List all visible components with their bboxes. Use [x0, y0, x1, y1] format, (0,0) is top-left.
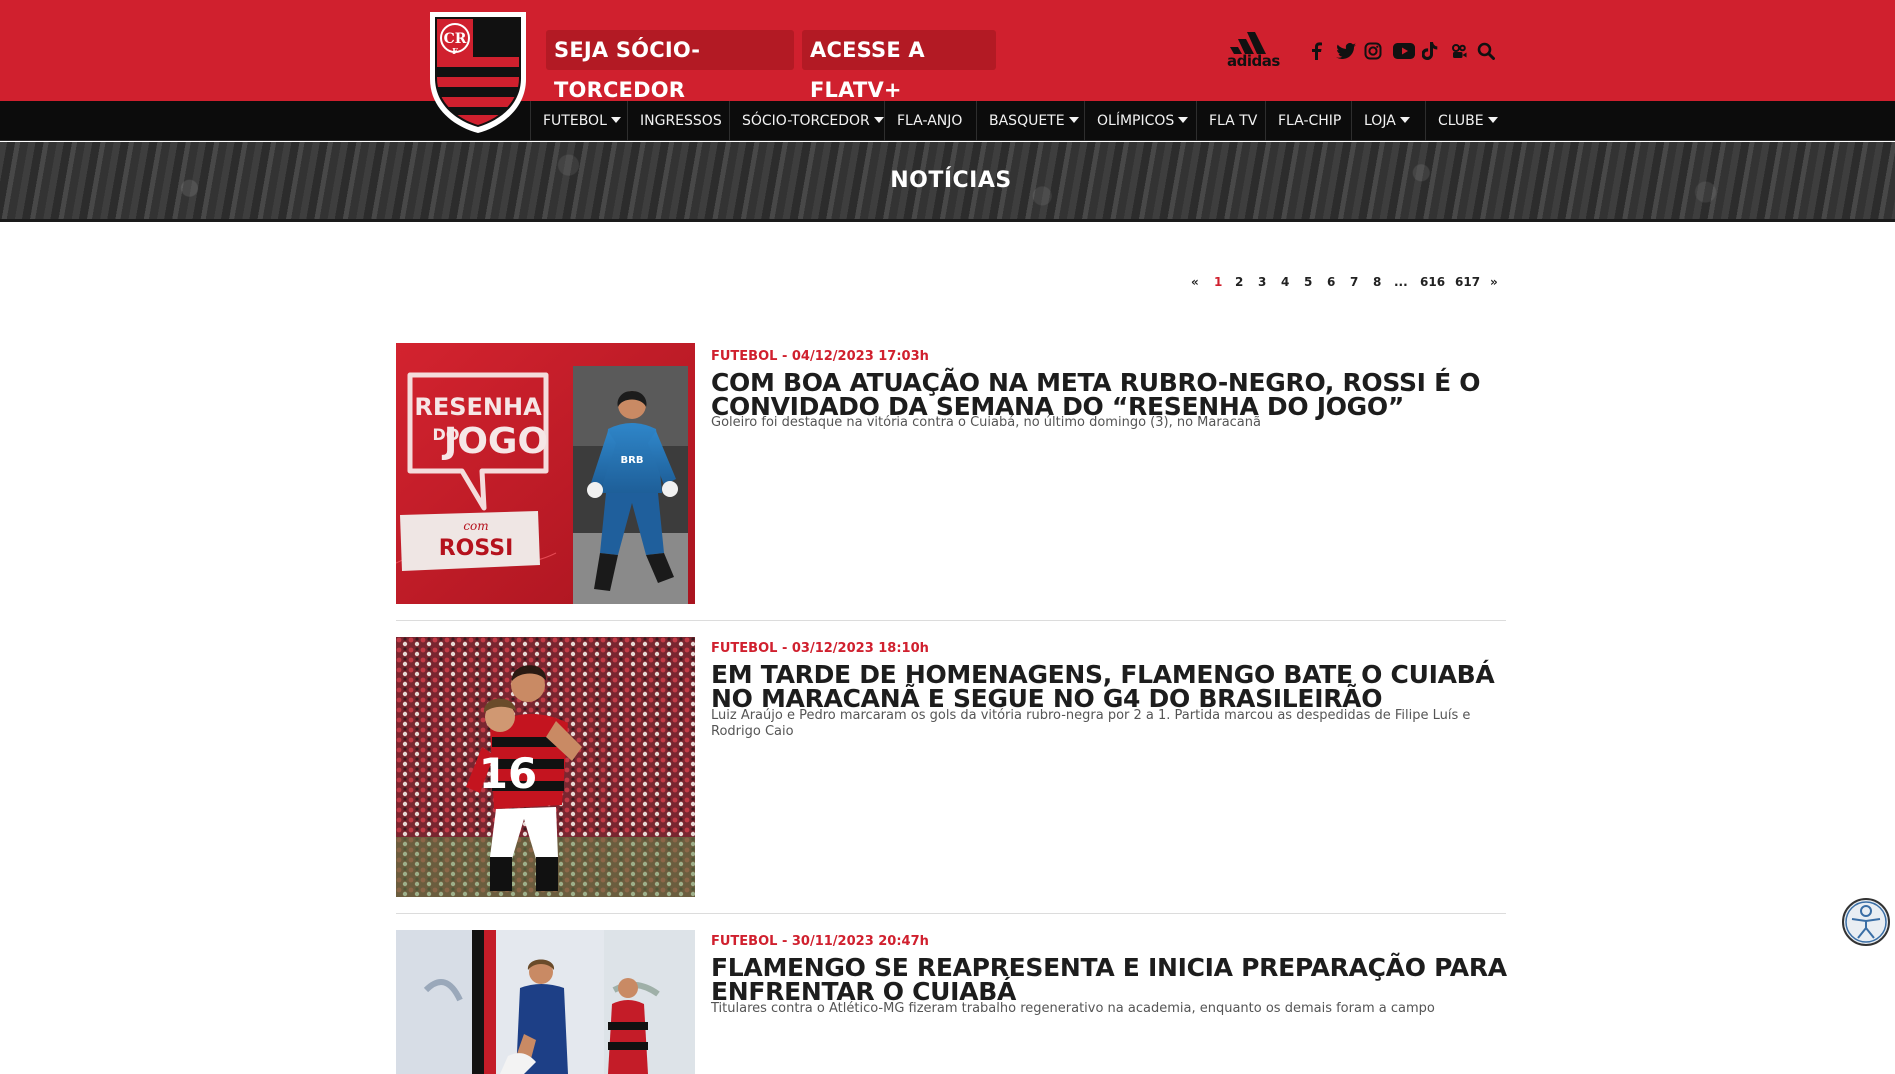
article-title[interactable]: COM BOA ATUAÇÃO NA META RUBRO-NEGRO, ROS…	[711, 370, 1511, 419]
article-summary: Titulares contra o Atlético-MG fizeram t…	[711, 1001, 1435, 1016]
caret-down-icon	[1399, 117, 1410, 123]
pagination-page-8[interactable]: 8	[1373, 275, 1381, 291]
article-meta: FUTEBOL - 04/12/2023 17:03h	[711, 349, 929, 364]
nav-futebol[interactable]: FUTEBOL	[530, 101, 621, 141]
search-icon[interactable]	[1475, 40, 1497, 62]
article-meta: FUTEBOL - 03/12/2023 18:10h	[711, 641, 929, 656]
nav-ingressos[interactable]: INGRESSOS	[627, 101, 722, 141]
svg-text:CR: CR	[444, 31, 467, 47]
nav-fla-tv[interactable]: FLA TV	[1196, 101, 1257, 141]
pagination-page-617[interactable]: 617	[1455, 275, 1480, 291]
nav-socio-torcedor[interactable]: SÓCIO-TORCEDOR	[729, 101, 884, 141]
pagination-next[interactable]: »	[1490, 275, 1498, 291]
pagination-page-3[interactable]: 3	[1258, 275, 1266, 291]
flamengo-crest-logo[interactable]: CR F	[426, 9, 530, 135]
nav-label: SÓCIO-TORCEDOR	[742, 113, 870, 129]
caret-down-icon	[1068, 117, 1079, 123]
thumb-jogo-text: JOGO	[441, 421, 548, 462]
article-summary: Luiz Araújo e Pedro marcaram os gols da …	[711, 708, 1471, 739]
article-divider	[396, 620, 1506, 621]
facebook-icon[interactable]	[1305, 40, 1327, 62]
caret-down-icon	[610, 117, 621, 123]
article-divider	[396, 913, 1506, 914]
flatv-button[interactable]: ACESSE A FLATV+	[802, 30, 996, 102]
nav-label: FLA TV	[1209, 113, 1258, 129]
adidas-logo[interactable]: adidas	[1226, 30, 1286, 70]
article-title[interactable]: FLAMENGO SE REAPRESENTA E INICIA PREPARA…	[711, 955, 1511, 1004]
instagram-icon[interactable]	[1362, 40, 1384, 62]
caret-down-icon	[1178, 117, 1189, 123]
article-summary: Goleiro foi destaque na vitória contra o…	[711, 415, 1261, 430]
article-thumbnail[interactable]	[396, 930, 695, 1074]
nav-fla-chip[interactable]: FLA-CHIP	[1265, 101, 1341, 141]
pagination-page-1[interactable]: 1	[1214, 275, 1222, 291]
pagination-page-2[interactable]: 2	[1235, 275, 1243, 291]
article-title[interactable]: EM TARDE DE HOMENAGENS, FLAMENGO BATE O …	[711, 662, 1511, 711]
nav-label: FLA-CHIP	[1278, 113, 1342, 129]
pagination-page-4[interactable]: 4	[1281, 275, 1289, 291]
nav-label: FUTEBOL	[543, 113, 607, 129]
nav-clube[interactable]: CLUBE	[1425, 101, 1498, 141]
svg-text:F: F	[452, 46, 458, 56]
pagination-prev[interactable]: «	[1191, 275, 1199, 291]
article-meta: FUTEBOL - 30/11/2023 20:47h	[711, 934, 929, 949]
nav-fla-anjo[interactable]: FLA-ANJO	[884, 101, 962, 141]
nav-basquete[interactable]: BASQUETE	[976, 101, 1079, 141]
pagination-page-616[interactable]: 616	[1420, 275, 1445, 291]
nav-label: CLUBE	[1438, 113, 1484, 129]
socio-torcedor-button[interactable]: SEJA SÓCIO-TORCEDOR	[546, 30, 794, 102]
twitter-icon[interactable]	[1335, 40, 1357, 62]
thumb-rossi-text: ROSSI	[439, 536, 514, 561]
nav-label: OLÍMPICOS	[1097, 113, 1175, 129]
pagination-page-5[interactable]: 5	[1304, 275, 1312, 291]
kwai-icon[interactable]	[1448, 40, 1470, 62]
accessibility-icon	[1845, 901, 1887, 943]
article-thumbnail[interactable]: RESENHA DO JOGO com ROSSI BRB	[396, 343, 695, 604]
thumb-jersey-number: 16	[479, 749, 537, 798]
youtube-icon[interactable]	[1392, 40, 1416, 62]
pagination-page-6[interactable]: 6	[1327, 275, 1335, 291]
nav-label: INGRESSOS	[640, 113, 722, 129]
nav-label: LOJA	[1364, 113, 1396, 129]
pagination-ellipsis: ...	[1394, 275, 1408, 289]
nav-olimpicos[interactable]: OLÍMPICOS	[1084, 101, 1189, 141]
caret-down-icon	[1487, 117, 1498, 123]
thumb-com-text: com	[463, 519, 488, 533]
article-thumbnail[interactable]: 16	[396, 637, 695, 897]
nav-loja[interactable]: LOJA	[1351, 101, 1410, 141]
caret-down-icon	[873, 117, 884, 123]
adidas-wordmark: adidas	[1227, 52, 1280, 70]
nav-label: FLA-ANJO	[897, 113, 963, 129]
tiktok-icon[interactable]	[1419, 40, 1441, 62]
nav-label: BASQUETE	[989, 113, 1065, 129]
pagination-page-7[interactable]: 7	[1350, 275, 1358, 291]
svg-text:BRB: BRB	[621, 455, 644, 466]
page-title: NOTÍCIAS	[890, 168, 1012, 193]
thumb-resenha-text: RESENHA	[414, 393, 542, 421]
accessibility-widget-button[interactable]	[1842, 898, 1890, 946]
